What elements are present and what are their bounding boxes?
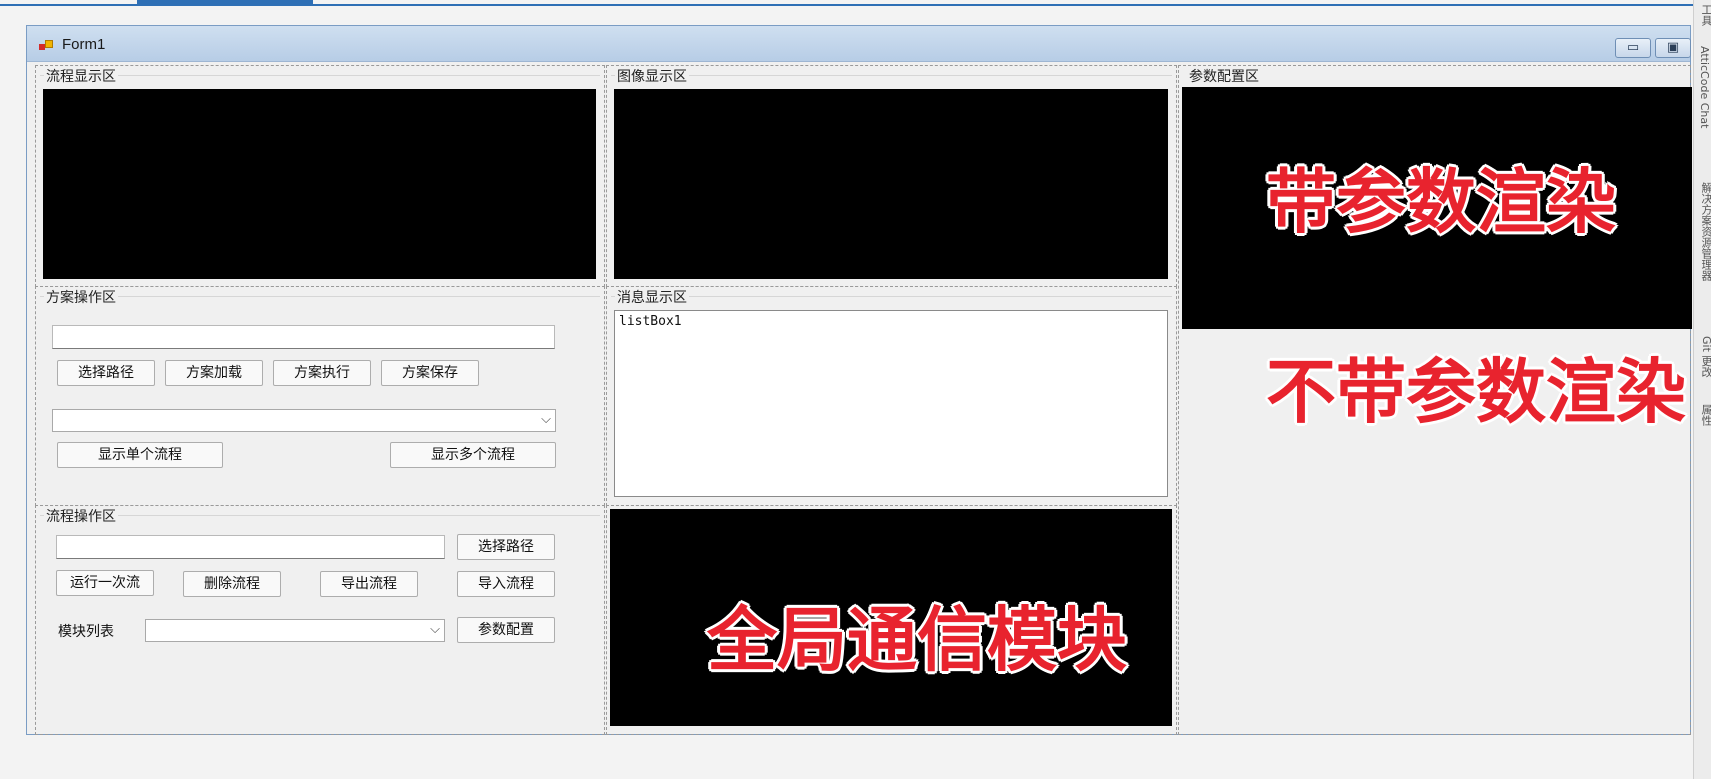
side-tab-chat[interactable]: AtticCode Chat (1698, 46, 1711, 128)
image-display-label: 图像显示区 (615, 66, 689, 86)
side-tab-solution-explorer[interactable]: 解决方案资源管理器 (1698, 182, 1711, 281)
active-ide-tab[interactable] (137, 0, 313, 5)
message-listbox-text: listBox1 (619, 314, 682, 329)
module-list-select[interactable]: ⌵ (145, 619, 445, 642)
module-list-label: 模块列表 (58, 624, 114, 640)
param-config-label: 参数配置区 (1187, 66, 1261, 86)
export-process-button[interactable]: 导出流程 (320, 571, 418, 597)
overlay-with-params: 带参数渲染 (1266, 161, 1616, 243)
process-select-path-button[interactable]: 选择路径 (457, 534, 555, 560)
scheme-process-select[interactable]: ⌵ (52, 409, 556, 432)
chevron-down-icon: ⌵ (541, 412, 551, 427)
form-window: Form1 ▭ ▣ 流程显示区 图像显示区 参数配置区 带参数渲染 不带参数渲染… (26, 25, 1692, 735)
show-multiple-process-button[interactable]: 显示多个流程 (390, 442, 556, 468)
overlay-global-comm: 全局通信模块 (707, 599, 1127, 681)
scheme-save-button[interactable]: 方案保存 (381, 360, 479, 386)
process-path-input[interactable] (56, 535, 445, 559)
delete-process-button[interactable]: 删除流程 (183, 571, 281, 597)
overlay-without-params: 不带参数渲染 (1266, 351, 1686, 433)
scheme-select-path-button[interactable]: 选择路径 (57, 360, 155, 386)
show-single-process-button[interactable]: 显示单个流程 (57, 442, 223, 468)
process-display-label: 流程显示区 (44, 66, 118, 86)
title-bar[interactable]: Form1 ▭ ▣ (27, 26, 1691, 62)
image-display-canvas[interactable] (614, 89, 1168, 279)
image-display-panel: 图像显示区 (606, 65, 1177, 287)
import-process-button[interactable]: 导入流程 (457, 571, 555, 597)
message-display-label: 消息显示区 (615, 287, 689, 307)
ide-tab-strip (0, 0, 1711, 6)
run-once-button[interactable]: 运行一次流 (56, 570, 154, 596)
side-tab-properties[interactable]: 属性 (1698, 404, 1711, 426)
process-ops-panel: 流程操作区 选择路径 运行一次流 删除流程 导出流程 导入流程 模块列表 ⌵ 参… (35, 505, 605, 735)
minimize-button[interactable]: ▭ (1615, 38, 1651, 58)
comm-module-panel: 全局通信模块 (606, 505, 1177, 735)
side-tab-git-changes[interactable]: Git 更改 (1698, 336, 1711, 377)
scheme-ops-panel: 方案操作区 选择路径 方案加载 方案执行 方案保存 ⌵ 显示单个流程 显示多个流… (35, 286, 605, 506)
message-listbox[interactable]: listBox1 (614, 310, 1168, 497)
message-display-panel: 消息显示区 listBox1 (606, 286, 1177, 506)
side-tab-toolbox[interactable]: 工具 (1698, 4, 1711, 26)
scheme-ops-label: 方案操作区 (44, 287, 118, 307)
param-config-panel: 参数配置区 带参数渲染 不带参数渲染 (1178, 65, 1692, 735)
scheme-path-input[interactable] (52, 325, 555, 349)
scheme-execute-button[interactable]: 方案执行 (273, 360, 371, 386)
process-display-panel: 流程显示区 (35, 65, 605, 287)
window-title: Form1 (62, 36, 106, 53)
chevron-down-icon: ⌵ (430, 622, 440, 637)
app-icon (39, 40, 53, 52)
scheme-load-button[interactable]: 方案加载 (165, 360, 263, 386)
param-config-button[interactable]: 参数配置 (457, 617, 555, 643)
process-ops-label: 流程操作区 (44, 506, 118, 526)
maximize-button[interactable]: ▣ (1655, 38, 1691, 58)
process-display-canvas[interactable] (43, 89, 596, 279)
